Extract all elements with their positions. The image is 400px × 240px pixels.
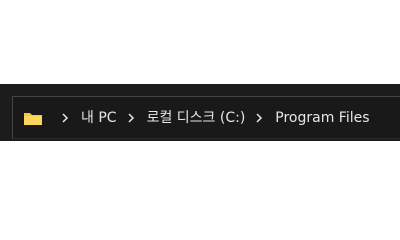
breadcrumb-item-my-pc[interactable]: 내 PC <box>79 107 119 129</box>
breadcrumb-item-program-files[interactable]: Program Files <box>273 107 371 129</box>
chevron-right-icon[interactable] <box>60 112 70 124</box>
breadcrumb-item-local-disk[interactable]: 로컬 디스크 (C:) <box>145 107 248 129</box>
screenshot-canvas: 내 PC 로컬 디스크 (C:) Program Files <box>0 0 400 225</box>
chevron-right-icon[interactable] <box>126 112 136 124</box>
folder-icon <box>23 110 43 126</box>
address-breadcrumb-bar[interactable]: 내 PC 로컬 디스크 (C:) Program Files <box>12 96 400 139</box>
chevron-right-icon[interactable] <box>254 112 264 124</box>
